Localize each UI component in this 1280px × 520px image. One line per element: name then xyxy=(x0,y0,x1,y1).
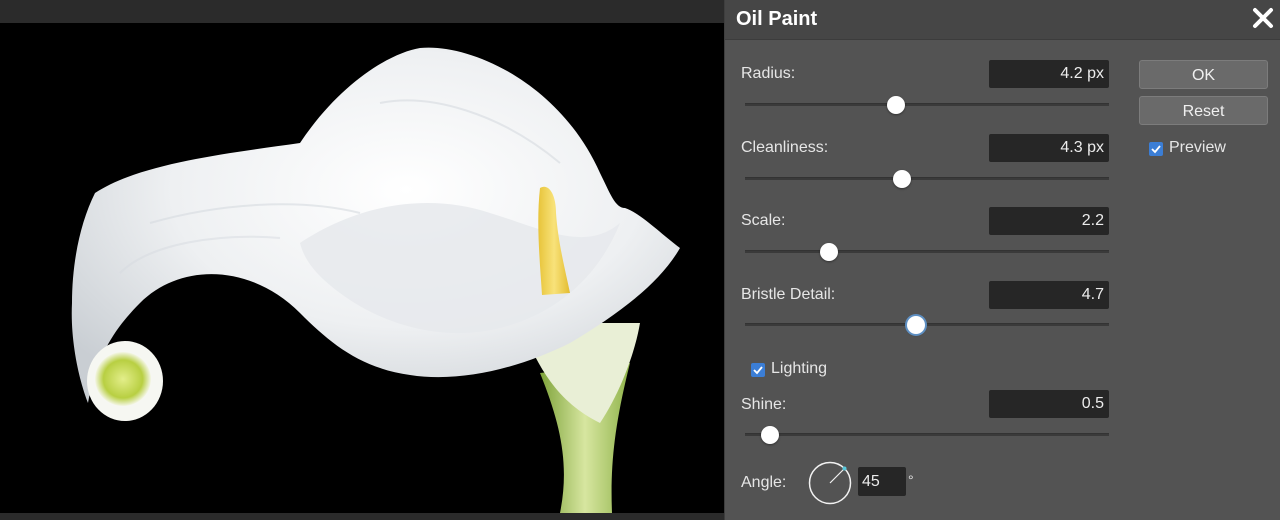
scale-label: Scale: xyxy=(741,212,786,229)
shine-slider[interactable] xyxy=(745,426,1109,444)
ok-button[interactable]: OK xyxy=(1139,60,1268,89)
checkmark-icon xyxy=(753,366,763,375)
shine-field[interactable]: 0.5 xyxy=(989,390,1109,418)
dialog-header: Oil Paint xyxy=(725,0,1280,40)
lighting-label[interactable]: Lighting xyxy=(771,360,827,378)
calla-lily-image xyxy=(71,47,681,513)
radius-label: Radius: xyxy=(741,65,796,82)
shine-label: Shine: xyxy=(741,396,787,413)
canvas-image[interactable] xyxy=(0,23,724,513)
oil-paint-dialog: Oil Paint Radius: 4.2 px Cleanliness: 4.… xyxy=(724,0,1280,520)
dialog-title: Oil Paint xyxy=(736,8,818,30)
bristle-detail-label: Bristle Detail: xyxy=(741,286,836,303)
bristle-detail-field[interactable]: 4.7 xyxy=(989,281,1109,309)
radius-field[interactable]: 4.2 px xyxy=(989,60,1109,88)
canvas-top-bar xyxy=(0,0,724,23)
scale-field[interactable]: 2.2 xyxy=(989,207,1109,235)
angle-field[interactable]: 45 xyxy=(858,467,906,496)
checkmark-icon xyxy=(1151,145,1161,154)
degree-symbol: ° xyxy=(908,472,914,488)
radius-slider-thumb[interactable] xyxy=(887,96,906,114)
preview-checkbox[interactable] xyxy=(1149,142,1163,156)
angle-dial[interactable] xyxy=(808,461,852,505)
canvas-bottom-bar xyxy=(0,513,724,520)
radius-slider[interactable] xyxy=(745,96,1109,114)
reset-button[interactable]: Reset xyxy=(1139,96,1268,125)
bristle-detail-slider-thumb[interactable] xyxy=(907,316,926,334)
bristle-detail-slider[interactable] xyxy=(745,316,1109,334)
angle-dial-graphic xyxy=(808,461,852,505)
cleanliness-label: Cleanliness: xyxy=(741,139,829,156)
cleanliness-slider-thumb[interactable] xyxy=(892,170,911,188)
close-icon xyxy=(1253,8,1273,28)
cleanliness-slider[interactable] xyxy=(745,170,1109,188)
lighting-checkbox[interactable] xyxy=(751,363,765,377)
preview-label[interactable]: Preview xyxy=(1169,139,1226,157)
scale-slider[interactable] xyxy=(745,243,1109,261)
scale-slider-thumb[interactable] xyxy=(819,243,838,261)
shine-slider-thumb[interactable] xyxy=(761,426,780,444)
angle-label: Angle: xyxy=(741,474,787,491)
close-button[interactable] xyxy=(1249,4,1277,32)
canvas-area xyxy=(0,0,724,520)
cleanliness-field[interactable]: 4.3 px xyxy=(989,134,1109,162)
